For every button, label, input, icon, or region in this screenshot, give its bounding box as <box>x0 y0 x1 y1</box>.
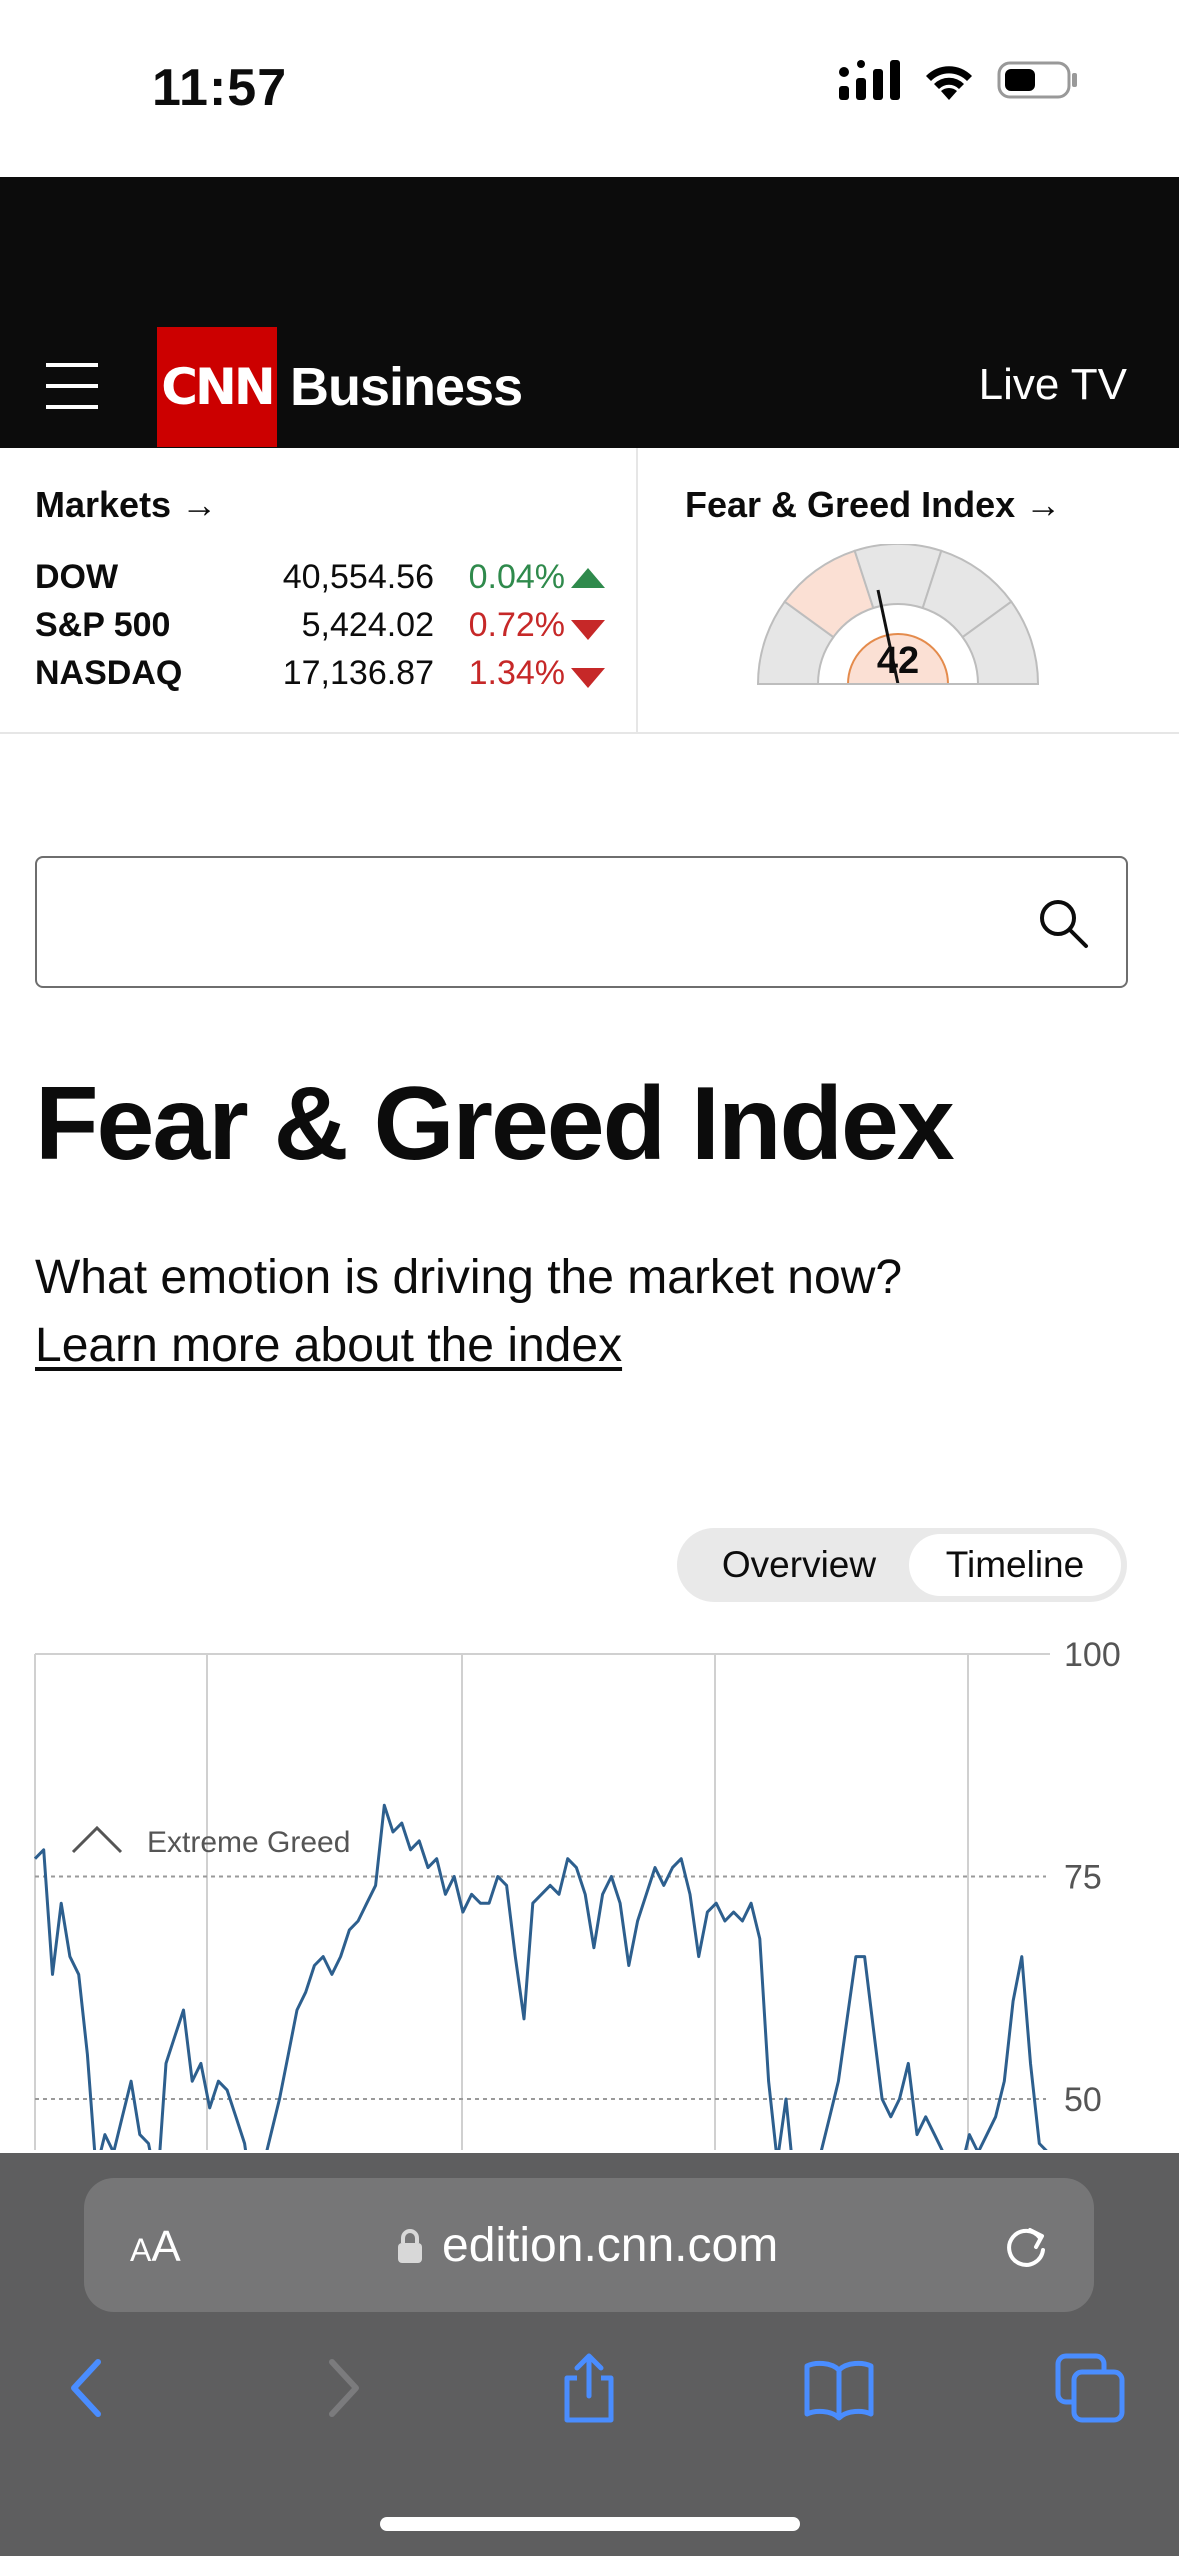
learn-more-link[interactable]: Learn more about the index <box>35 1318 622 1373</box>
reload-icon[interactable] <box>1000 2220 1052 2272</box>
market-row-nasdaq[interactable]: NASDAQ 17,136.87 1.34% <box>35 654 615 700</box>
lock-icon <box>398 2229 422 2263</box>
status-time: 11:57 <box>152 59 288 117</box>
live-tv-link[interactable]: Live TV <box>979 360 1127 410</box>
fear-greed-link[interactable]: Fear & Greed Index → <box>685 484 1061 526</box>
page-subtitle: What emotion is driving the market now? <box>35 1251 903 1304</box>
market-name: S&P 500 <box>35 606 171 644</box>
cellular-signal-icon <box>839 60 900 100</box>
view-toggle: Overview Timeline <box>677 1528 1127 1602</box>
market-row-sp500[interactable]: S&P 500 5,424.02 0.72% <box>35 606 615 652</box>
chart-zone-label: Extreme Greed <box>71 1825 350 1859</box>
search-input[interactable] <box>35 856 1128 988</box>
y-tick-label: 100 <box>1064 1636 1121 1674</box>
bookmarks-icon[interactable] <box>801 2350 877 2426</box>
markets-panel[interactable]: Markets → DOW 40,554.56 0.04% S&P 500 5,… <box>0 448 638 732</box>
section-name[interactable]: Business <box>290 356 523 418</box>
status-bar: 11:57 <box>0 0 1179 177</box>
market-value: 5,424.02 <box>301 606 434 644</box>
arrow-down-icon <box>571 620 605 640</box>
status-icons <box>839 60 1079 100</box>
markets-strip: Markets → DOW 40,554.56 0.04% S&P 500 5,… <box>0 448 1179 734</box>
chart-y-ticks: 100 75 50 <box>1064 1636 1121 2119</box>
chevron-up-icon <box>71 1825 123 1854</box>
market-change: 0.72% <box>468 606 565 644</box>
chart-grid <box>34 1653 1050 2150</box>
market-change: 1.34% <box>468 654 565 692</box>
y-tick-label: 75 <box>1064 1859 1102 1897</box>
page-title: Fear & Greed Index <box>35 1066 955 1182</box>
battery-icon <box>997 61 1077 99</box>
back-icon[interactable] <box>50 2350 126 2426</box>
toggle-overview[interactable]: Overview <box>683 1534 915 1596</box>
menu-icon[interactable] <box>46 363 98 409</box>
forward-icon[interactable] <box>304 2350 380 2426</box>
cnn-logo[interactable]: CNN <box>157 327 277 447</box>
fear-greed-timeline-chart: Extreme Greed 100 75 50 <box>33 1636 1121 2150</box>
market-change: 0.04% <box>468 558 565 596</box>
home-indicator <box>380 2517 800 2531</box>
market-name: DOW <box>35 558 119 596</box>
market-name: NASDAQ <box>35 654 183 692</box>
share-icon[interactable] <box>551 2350 627 2426</box>
toggle-timeline[interactable]: Timeline <box>909 1534 1121 1596</box>
markets-link[interactable]: Markets → <box>35 484 217 526</box>
search-icon[interactable] <box>1036 896 1090 950</box>
gauge-value: 42 <box>876 640 920 682</box>
market-value: 40,554.56 <box>282 558 434 596</box>
wifi-icon <box>926 66 972 100</box>
arrow-up-icon <box>571 568 605 588</box>
arrow-down-icon <box>571 668 605 688</box>
zone-label: Extreme Greed <box>147 1826 350 1859</box>
reader-settings-button[interactable]: AA <box>130 2222 181 2272</box>
url-text[interactable]: edition.cnn.com <box>442 2218 778 2273</box>
tabs-icon[interactable] <box>1052 2350 1128 2426</box>
market-value: 17,136.87 <box>282 654 434 692</box>
market-row-dow[interactable]: DOW 40,554.56 0.04% <box>35 558 615 604</box>
y-tick-label: 50 <box>1064 2081 1102 2119</box>
